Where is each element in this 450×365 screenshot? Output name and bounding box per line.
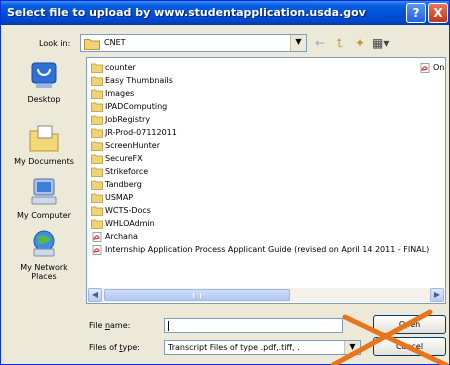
folder-icon	[91, 193, 103, 203]
my-computer-icon	[31, 178, 57, 205]
look-in-label: Look in:	[39, 39, 71, 48]
place-label: Places	[31, 272, 57, 281]
scroll-right-icon[interactable]: ▶	[430, 288, 444, 302]
close-icon: X	[433, 6, 443, 20]
list-item[interactable]: IPADComputing	[91, 100, 167, 113]
file-list[interactable]: counter Easy Thumbnails Images IPADCompu…	[86, 57, 446, 304]
new-folder-icon[interactable]: ✦	[352, 36, 368, 50]
pdf-file-icon	[92, 231, 102, 242]
folder-icon	[91, 76, 103, 86]
place-my-computer[interactable]: My Computer	[5, 177, 83, 220]
view-menu-icon[interactable]: ▦▾	[372, 36, 389, 50]
look-in-dropdown[interactable]: CNET ▼	[80, 34, 307, 52]
chevron-down-icon[interactable]: ▼	[290, 35, 306, 51]
folder-icon	[91, 115, 103, 125]
scroll-left-icon[interactable]: ◀	[88, 288, 102, 302]
pdf-file-icon	[420, 62, 430, 73]
list-item[interactable]: USMAP	[91, 191, 133, 204]
place-label: My Documents	[14, 157, 74, 166]
folder-icon	[91, 167, 103, 177]
folder-icon	[91, 128, 103, 138]
chevron-down-icon[interactable]: ▼	[344, 341, 360, 354]
look-in-value: CNET	[104, 38, 126, 47]
file-dialog-window: Select file to upload by www.studentappl…	[0, 0, 450, 365]
file-type-dropdown[interactable]: Transcript Files of type .pdf,.tiff, . ▼	[164, 340, 361, 355]
list-item[interactable]: On	[419, 61, 444, 74]
folder-icon	[91, 89, 103, 99]
window-title: Select file to upload by www.studentappl…	[7, 6, 366, 19]
list-item[interactable]: ScreenHunter	[91, 139, 160, 152]
place-my-network[interactable]: My Network Places	[5, 229, 83, 281]
text-caret	[168, 321, 169, 331]
help-icon: ?	[412, 6, 420, 20]
folder-icon	[91, 63, 103, 73]
my-documents-icon	[29, 125, 59, 152]
place-my-documents[interactable]: My Documents	[5, 123, 83, 166]
list-item[interactable]: counter	[91, 61, 136, 74]
file-name-label: File name:	[89, 321, 131, 330]
folder-icon	[91, 219, 103, 229]
place-label: My Computer	[17, 211, 71, 220]
list-item[interactable]: JobRegistry	[91, 113, 150, 126]
open-button[interactable]: Open	[373, 315, 446, 334]
list-item[interactable]: SecureFX	[91, 152, 143, 165]
up-folder-icon[interactable]: ⮤	[332, 36, 348, 51]
folder-icon	[84, 39, 100, 50]
pdf-file-icon	[92, 244, 102, 255]
help-button[interactable]: ?	[406, 3, 426, 23]
title-bar[interactable]: Select file to upload by www.studentappl…	[1, 1, 449, 25]
list-item[interactable]: Archana	[91, 230, 138, 243]
list-item[interactable]: Easy Thumbnails	[91, 74, 173, 87]
list-item[interactable]: Images	[91, 87, 134, 100]
horizontal-scrollbar[interactable]: ◀ ▶	[88, 288, 444, 302]
file-name-input[interactable]	[164, 318, 343, 333]
list-item[interactable]: WCTS-Docs	[91, 204, 151, 217]
back-arrow-icon[interactable]: ←	[312, 36, 328, 50]
scrollbar-thumb[interactable]	[104, 289, 290, 301]
place-label: My Network	[20, 263, 68, 272]
places-bar: Desktop My Documents My Computer My Netw…	[5, 57, 83, 359]
folder-icon	[91, 154, 103, 164]
cancel-button[interactable]: Cancel	[373, 337, 446, 356]
file-type-label: Files of type:	[89, 343, 140, 352]
place-desktop[interactable]: Desktop	[5, 61, 83, 104]
desktop-icon	[31, 62, 57, 88]
folder-icon	[91, 206, 103, 216]
folder-icon	[91, 180, 103, 190]
navigation-toolbar: ← ⮤ ✦ ▦▾	[312, 34, 389, 52]
list-item[interactable]: Strikeforce	[91, 165, 148, 178]
place-label: Desktop	[27, 95, 61, 104]
network-places-icon	[33, 230, 55, 257]
list-item[interactable]: WHLOAdmin	[91, 217, 155, 230]
list-item[interactable]: Internship Application Process Applicant…	[91, 243, 429, 256]
folder-icon	[91, 141, 103, 151]
file-type-value: Transcript Files of type .pdf,.tiff, .	[168, 343, 300, 352]
list-item[interactable]: Tandberg	[91, 178, 142, 191]
folder-icon	[91, 102, 103, 112]
grip-icon	[193, 293, 201, 298]
list-item[interactable]: JR-Prod-07112011	[91, 126, 177, 139]
close-button[interactable]: X	[428, 3, 448, 23]
